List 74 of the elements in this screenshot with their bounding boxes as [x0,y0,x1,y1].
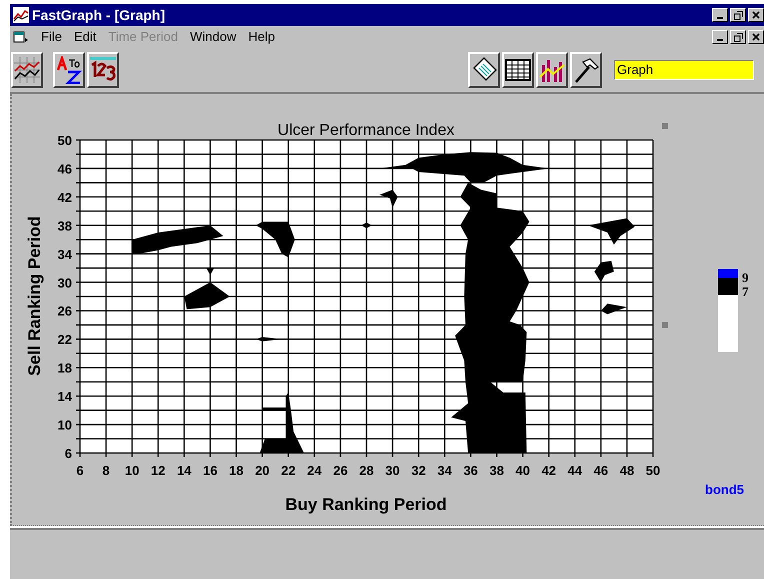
x-tick-label: 46 [594,463,608,478]
close-button[interactable] [748,30,764,44]
x-tick-label: 36 [463,463,478,478]
x-tick-label: 28 [359,463,374,478]
x-tick-label: 22 [281,463,296,478]
document-icon [13,30,29,44]
x-tick-label: 30 [385,463,400,478]
restore-icon [734,32,742,42]
notepad-button[interactable] [468,52,500,88]
legend-swatch [718,295,738,352]
menu-item[interactable]: Help [248,27,275,47]
y-tick-label: 46 [58,161,72,176]
y-tick-label: 26 [58,304,72,319]
chart-app-icon [13,7,29,23]
y-tick-label: 6 [64,446,72,461]
graph-name-field[interactable]: Graph [614,60,754,80]
table-button[interactable] [502,52,534,88]
x-tick-label: 12 [150,463,166,478]
x-tick-label: 44 [568,463,582,478]
x-tick-label: 18 [229,463,244,478]
line-chart-icon [14,57,40,83]
y-tick-label: 14 [58,389,72,404]
table-icon [505,59,531,81]
close-button[interactable] [748,8,764,22]
x-tick-label: 38 [490,463,504,478]
bar-chart-button[interactable] [536,52,568,88]
x-tick-label: 50 [646,463,660,478]
y-tick-label: 42 [58,190,72,205]
x-tick-label: 48 [620,463,634,478]
minimize-button[interactable] [712,30,728,44]
y-tick-label: 10 [58,418,72,433]
resize-handle[interactable] [662,322,668,328]
legend-label: 9 [742,270,748,285]
menu-item[interactable]: Edit [74,27,96,47]
y-tick-label: 18 [58,360,72,376]
x-tick-label: 32 [411,463,426,478]
hammer-icon [573,57,599,83]
menu-item[interactable]: Window [190,27,236,47]
numbers-button[interactable] [87,52,119,88]
chart-title: Ulcer Performance Index [278,122,454,139]
sort-az-icon [56,56,82,84]
maximize-button[interactable] [730,8,746,22]
y-tick-label: 22 [58,332,72,348]
y-axis-label: Sell Ranking Period [25,216,44,376]
menu-item[interactable]: File [41,27,62,47]
x-tick-label: 34 [437,463,452,478]
close-icon [752,11,760,19]
x-tick-label: 6 [76,463,84,478]
x-tick-label: 26 [333,463,348,478]
series-label: bond5 [705,482,744,497]
resize-handle[interactable] [662,123,668,129]
minimize-button[interactable] [712,8,728,22]
restore-icon [734,10,742,20]
hammer-button[interactable] [570,52,602,88]
x-tick-label: 10 [124,463,140,478]
x-tick-label: 16 [203,463,218,478]
window-title: FastGraph - [Graph] [32,6,166,25]
bar-chart-icon [539,57,565,83]
x-tick-label: 20 [255,463,270,478]
sort-button[interactable] [53,52,85,88]
y-tick-label: 34 [58,246,72,262]
restore-button[interactable] [730,30,746,44]
y-tick-label: 38 [58,218,72,234]
x-tick-label: 8 [102,463,110,478]
x-axis-label: Buy Ranking Period [285,495,447,514]
x-tick-label: 42 [542,463,556,478]
x-tick-label: 24 [307,463,322,478]
line-chart-button[interactable] [11,52,43,88]
legend-label: 7 [742,284,748,299]
y-tick-label: 50 [58,133,72,148]
x-tick-label: 40 [516,463,530,478]
x-tick-label: 14 [176,463,192,478]
y-tick-label: 30 [58,275,72,290]
close-icon [752,33,760,41]
